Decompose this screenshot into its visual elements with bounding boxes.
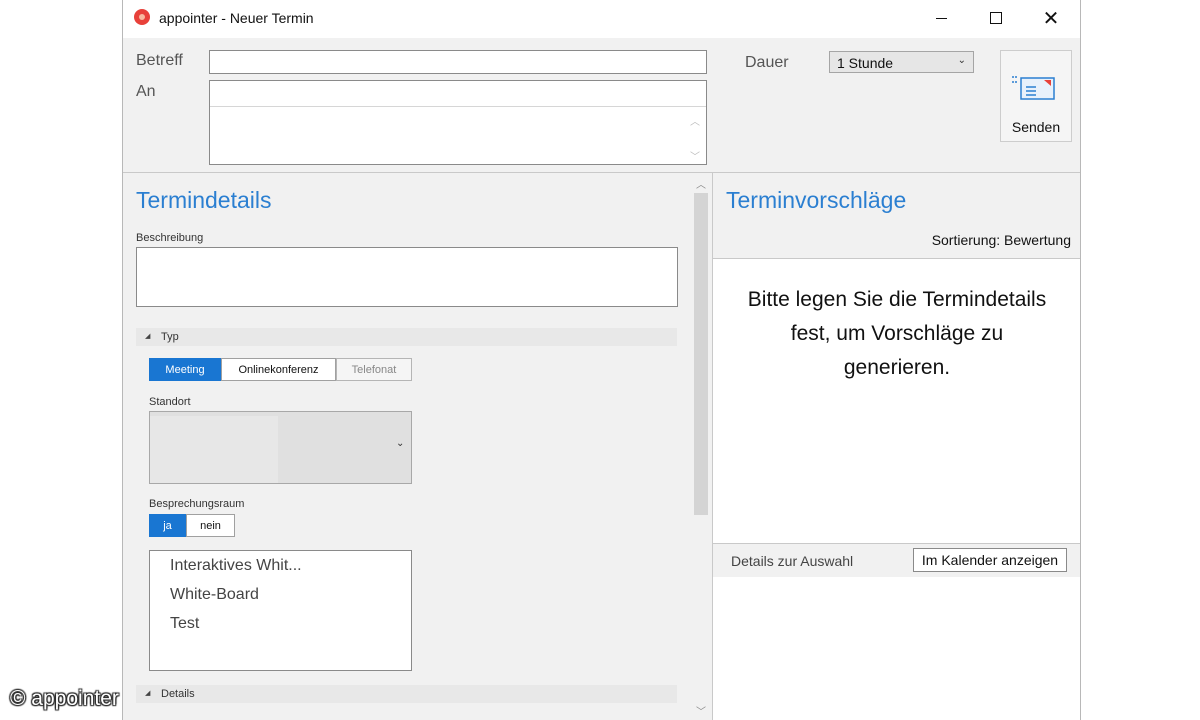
calendar-button[interactable]: Im Kalender anzeigen <box>913 548 1067 572</box>
details-group-label: Details <box>161 688 195 700</box>
chevron-down-icon: ⌄ <box>957 55 966 66</box>
standort-select[interactable]: ⌄ <box>149 411 412 484</box>
collapse-triangle-icon: ◢ <box>145 689 151 697</box>
dauer-select[interactable]: 1 Stunde ⌄ <box>829 51 974 73</box>
typ-option-onlinekonferenz[interactable]: Onlinekonferenz <box>221 358 336 381</box>
selection-details-bar: Details zur Auswahl Im Kalender anzeigen <box>713 543 1080 578</box>
copyright-watermark: © appointer <box>10 687 119 710</box>
betreff-input[interactable] <box>209 50 707 74</box>
maximize-icon <box>990 12 1002 24</box>
empty-hint: Bitte legen Sie die Termindetails fest, … <box>747 288 1047 379</box>
minimize-icon <box>935 17 947 19</box>
terminvorschlaege-title: Terminvorschläge <box>726 187 907 213</box>
termindetails-title: Termindetails <box>136 187 272 213</box>
list-item[interactable]: White-Board <box>170 586 259 604</box>
scroll-up-icon[interactable]: ︿ <box>690 113 700 128</box>
appointer-logo-icon <box>134 9 150 25</box>
typ-option-meeting[interactable]: Meeting <box>149 358 221 381</box>
envelope-send-icon <box>1012 76 1055 100</box>
left-panel-scrollbar[interactable]: ︿ ﹀ <box>691 173 711 720</box>
send-button[interactable]: Senden <box>1000 50 1072 142</box>
an-divider <box>210 106 706 107</box>
scroll-down-icon[interactable]: ﹀ <box>696 703 706 718</box>
scroll-down-icon[interactable]: ﹀ <box>690 148 700 163</box>
maximize-button[interactable] <box>973 0 1019 36</box>
an-label: An <box>136 83 156 100</box>
beschreibung-label: Beschreibung <box>136 232 204 244</box>
list-item[interactable]: Interaktives Whit... <box>170 557 302 575</box>
typ-group-header[interactable]: ◢ Typ <box>136 328 677 346</box>
raum-option-nein[interactable]: nein <box>186 514 235 537</box>
title-bar: appointer - Neuer Termin ✕ <box>123 0 1080 38</box>
list-item[interactable]: Test <box>170 615 199 633</box>
minimize-button[interactable] <box>918 0 964 36</box>
betreff-label: Betreff <box>136 52 183 69</box>
typ-group-label: Typ <box>161 331 179 343</box>
equipment-list[interactable]: Interaktives Whit... White-Board Test <box>149 550 412 671</box>
header-form: Betreff An ︿ ﹀ Dauer 1 Stunde ⌄ Senden <box>123 38 1080 173</box>
standort-image-placeholder <box>150 416 278 483</box>
sort-label[interactable]: Sortierung: Bewertung <box>932 232 1071 248</box>
suggestions-area: Bitte legen Sie die Termindetails fest, … <box>713 258 1080 544</box>
scrollbar-thumb[interactable] <box>694 193 708 515</box>
typ-option-telefonat[interactable]: Telefonat <box>336 358 412 381</box>
send-label: Senden <box>1011 119 1061 135</box>
app-window: appointer - Neuer Termin ✕ Betreff An ︿ … <box>122 0 1081 720</box>
standort-label: Standort <box>149 396 191 408</box>
scroll-up-icon[interactable]: ︿ <box>696 176 706 191</box>
window-title: appointer - Neuer Termin <box>159 10 314 26</box>
terminvorschlaege-panel: Terminvorschläge Sortierung: Bewertung B… <box>712 173 1080 720</box>
close-icon: ✕ <box>1042 6 1060 30</box>
besprechungsraum-label: Besprechungsraum <box>149 498 245 510</box>
termindetails-panel: Termindetails Beschreibung ◢ Typ Meeting… <box>123 173 691 720</box>
raum-option-ja[interactable]: ja <box>149 514 186 537</box>
chevron-down-icon: ⌄ <box>396 438 405 449</box>
close-button[interactable]: ✕ <box>1028 0 1074 36</box>
collapse-triangle-icon: ◢ <box>145 332 151 340</box>
details-label: Details zur Auswahl <box>731 553 854 569</box>
selection-details-area <box>713 577 1080 720</box>
dauer-label: Dauer <box>745 54 789 71</box>
dauer-value: 1 Stunde <box>837 55 894 71</box>
details-group-header[interactable]: ◢ Details <box>136 685 677 703</box>
an-input[interactable]: ︿ ﹀ <box>209 80 707 165</box>
beschreibung-input[interactable] <box>136 247 678 307</box>
